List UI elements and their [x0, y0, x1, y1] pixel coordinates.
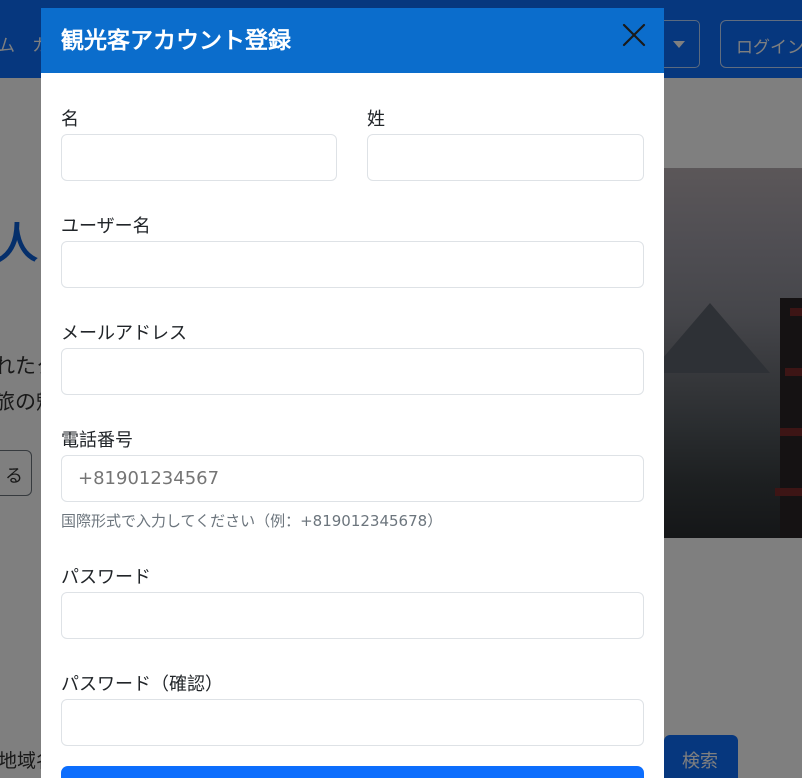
password-confirm-input[interactable]	[61, 699, 644, 746]
email-input[interactable]	[61, 348, 644, 395]
phone-input[interactable]	[61, 455, 644, 502]
modal-title: 観光客アカウント登録	[61, 28, 291, 54]
registration-modal: 観光客アカウント登録 名 姓 ユーザー名 メールアドレス 電話番号 国際形式で入…	[41, 8, 664, 778]
username-input[interactable]	[61, 241, 644, 288]
email-label: メールアドレス	[61, 323, 187, 344]
close-button[interactable]	[621, 22, 647, 48]
password-confirm-label: パスワード（確認）	[61, 674, 223, 695]
first-name-label: 名	[61, 109, 79, 130]
modal-header: 観光客アカウント登録	[41, 8, 664, 73]
password-label: パスワード	[61, 567, 151, 588]
first-name-input[interactable]	[61, 134, 337, 181]
username-label: ユーザー名	[61, 216, 151, 237]
close-icon	[622, 23, 646, 47]
phone-label: 電話番号	[61, 430, 133, 451]
password-input[interactable]	[61, 592, 644, 639]
last-name-input[interactable]	[367, 134, 644, 181]
last-name-label: 姓	[367, 109, 385, 130]
phone-help-text: 国際形式で入力してください（例：+819012345678）	[61, 512, 443, 530]
submit-button[interactable]	[61, 766, 644, 778]
